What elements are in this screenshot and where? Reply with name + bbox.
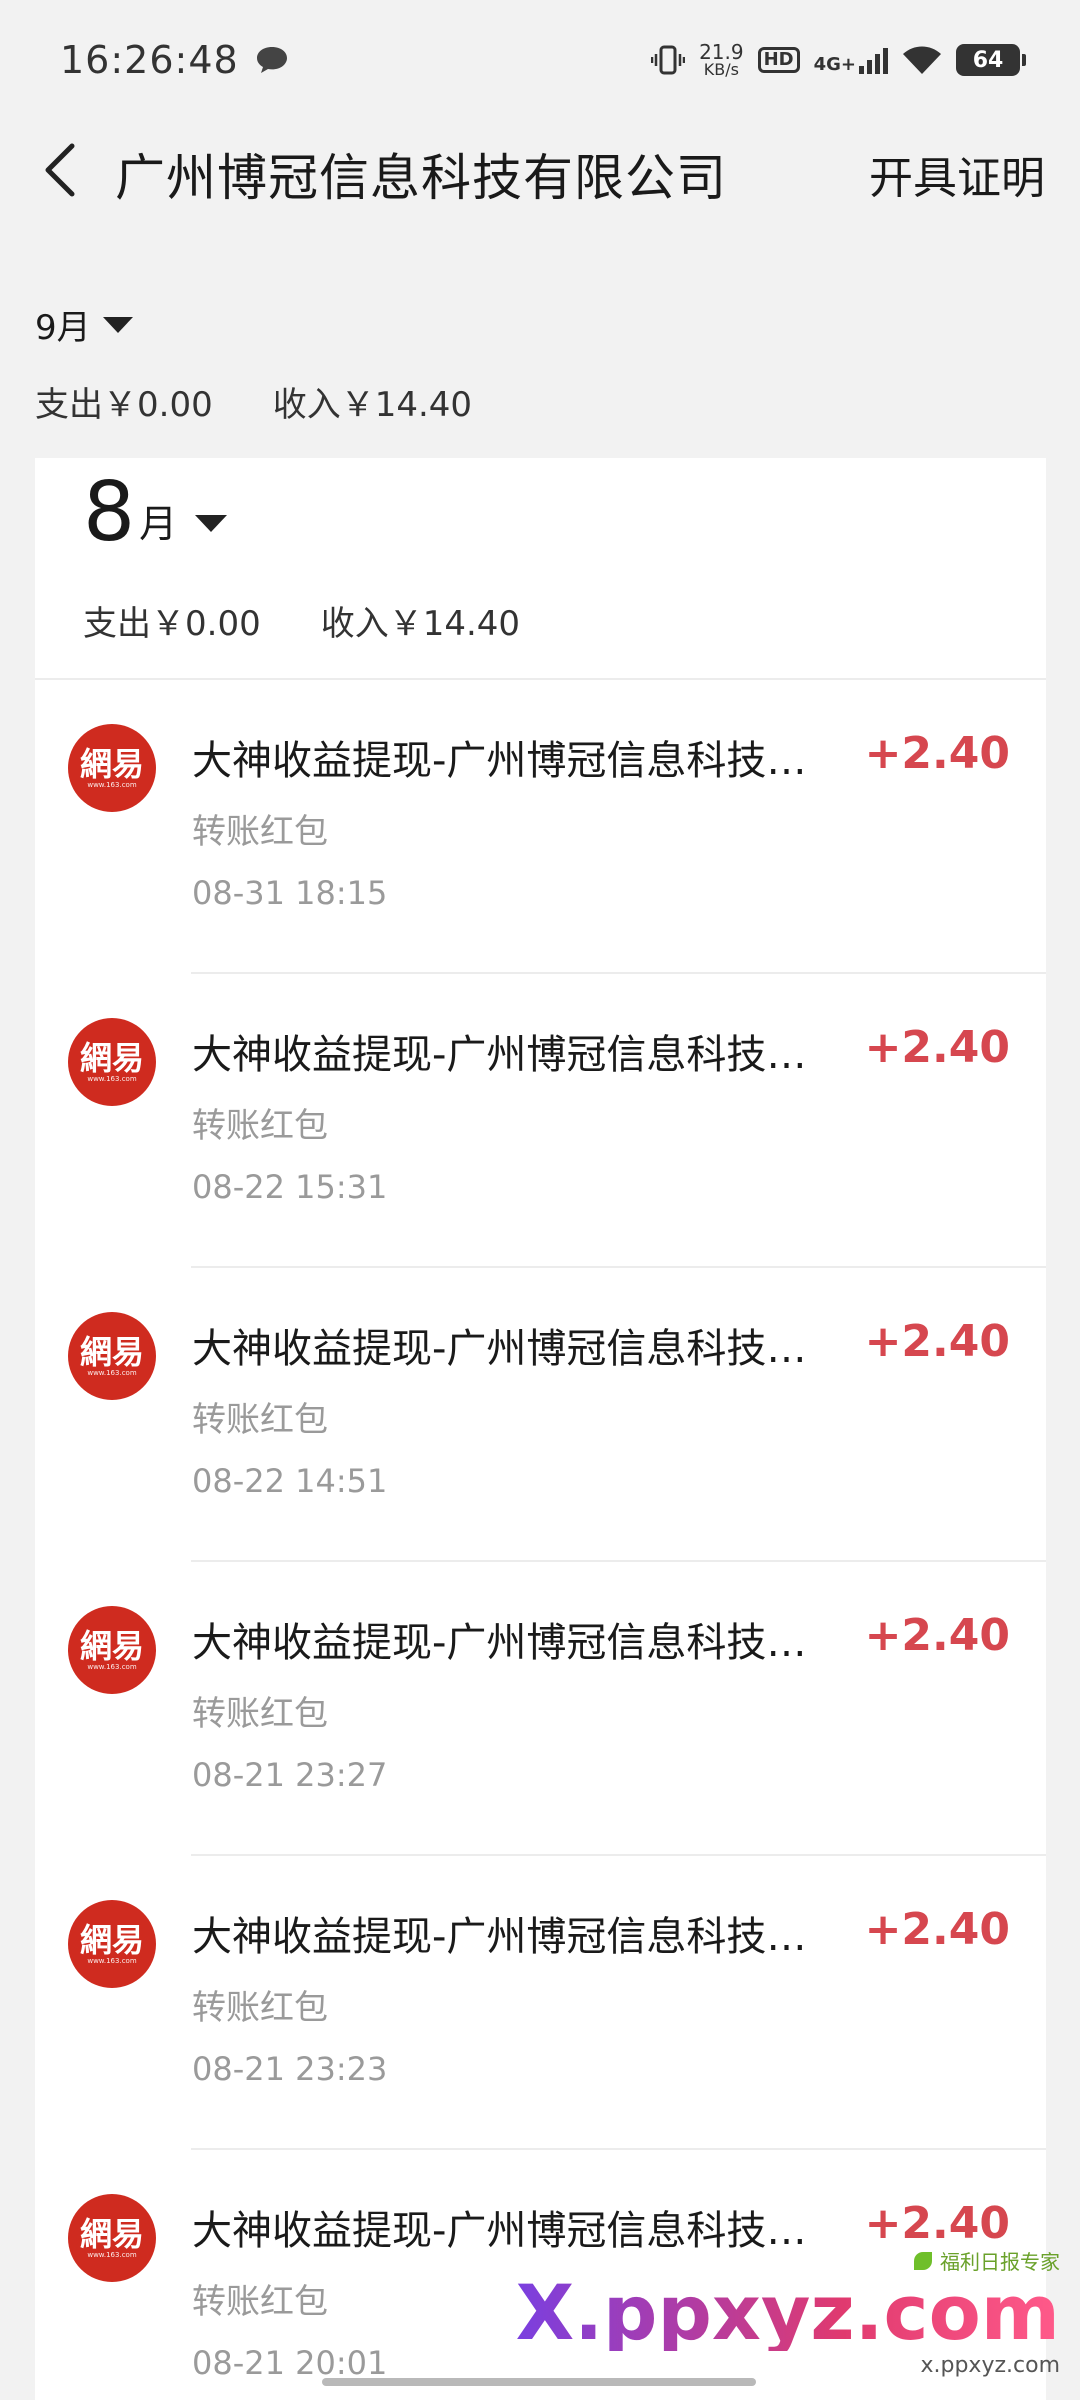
transaction-time: 08-31 18:15 <box>192 874 388 912</box>
month-unit: 月 <box>139 502 178 547</box>
logo-subtext: www.163.com <box>87 1662 137 1671</box>
logo-subtext: www.163.com <box>87 780 137 789</box>
dropdown-triangle-icon <box>102 316 133 333</box>
home-indicator[interactable] <box>322 2378 756 2386</box>
transaction-title: 大神收益提现-广州博冠信息科技有限公司 <box>192 1620 842 1666</box>
status-right: 21.9 KB/s HD 4G+ 64 <box>651 42 1026 78</box>
transaction-amount: +2.40 <box>864 728 1010 779</box>
transaction-type: 转账红包 <box>192 1694 328 1734</box>
expense-total: 支出￥0.00 <box>35 385 213 425</box>
transaction-title: 大神收益提现-广州博冠信息科技有限公司 <box>192 1326 842 1372</box>
transaction-title: 大神收益提现-广州博冠信息科技有限公司 <box>192 1914 842 1960</box>
logo-text: 網易 <box>79 1038 144 1077</box>
back-button[interactable] <box>30 140 90 200</box>
logo-subtext: www.163.com <box>87 2250 137 2259</box>
dropdown-triangle-icon <box>195 515 228 533</box>
logo-subtext: www.163.com <box>87 1074 137 1083</box>
transaction-type: 转账红包 <box>192 1400 328 1440</box>
income-total: 收入￥14.40 <box>320 604 521 644</box>
watermark-url: x.ppxyz.com <box>920 2353 1060 2378</box>
status-left: 16:26:48 <box>60 38 289 82</box>
month-totals: 支出￥0.00 收入￥14.40 <box>35 377 1035 426</box>
transaction-list: 網易 www.163.com 大神收益提现-广州博冠信息科技有限公司 +2.40… <box>35 680 1046 2400</box>
transaction-time: 08-22 15:31 <box>192 1168 388 1206</box>
signal-bars-icon <box>859 48 888 74</box>
month-card-selector[interactable]: 8 月 <box>83 465 228 560</box>
transaction-type: 转账红包 <box>192 1106 328 1146</box>
network-speed-unit: KB/s <box>703 60 739 79</box>
watermark: 福利日报专家 X.ppxyz.com x.ppxyz.com <box>516 2246 1060 2378</box>
transaction-amount: +2.40 <box>864 1904 1010 1955</box>
logo-text: 網易 <box>79 2214 144 2253</box>
network-speed: 21.9 KB/s <box>699 42 744 78</box>
cellular-signal: 4G+ <box>814 46 888 74</box>
transaction-title: 大神收益提现-广州博冠信息科技有限公司 <box>192 738 842 784</box>
netease-logo-icon: 網易 www.163.com <box>68 1312 156 1400</box>
netease-logo-icon: 網易 www.163.com <box>68 1606 156 1694</box>
logo-text: 網易 <box>79 1332 144 1371</box>
expense-total: 支出￥0.00 <box>83 604 261 644</box>
netease-logo-icon: 網易 www.163.com <box>68 2194 156 2282</box>
transaction-row[interactable]: 網易 www.163.com 大神收益提现-广州博冠信息科技有限公司 +2.40… <box>35 1562 1046 1856</box>
transaction-amount: +2.40 <box>864 2198 1010 2249</box>
network-speed-value: 21.9 <box>699 40 744 64</box>
transaction-row[interactable]: 網易 www.163.com 大神收益提现-广州博冠信息科技有限公司 +2.40… <box>35 1856 1046 2150</box>
vibrate-icon <box>651 45 686 75</box>
netease-logo-icon: 網易 www.163.com <box>68 724 156 812</box>
logo-text: 網易 <box>79 1920 144 1959</box>
income-total: 收入￥14.40 <box>272 385 473 425</box>
transaction-row[interactable]: 網易 www.163.com 大神收益提现-广州博冠信息科技有限公司 +2.40… <box>35 1268 1046 1562</box>
wifi-icon <box>903 46 941 74</box>
watermark-logo-text: X.ppxyz.com <box>515 2268 1060 2357</box>
transaction-row[interactable]: 網易 www.163.com 大神收益提现-广州博冠信息科技有限公司 +2.40… <box>35 974 1046 1268</box>
logo-subtext: www.163.com <box>87 1368 137 1377</box>
sticky-month-summary: 9月 支出￥0.00 收入￥14.40 <box>35 300 1035 426</box>
page-title: 广州博冠信息科技有限公司 <box>115 149 727 207</box>
transaction-time: 08-22 14:51 <box>192 1462 388 1500</box>
month-card-header: 8 月 支出￥0.00 收入￥14.40 <box>35 458 1046 680</box>
leaf-icon <box>914 2251 932 2270</box>
back-arrow-icon <box>45 143 75 197</box>
transaction-amount: +2.40 <box>864 1022 1010 1073</box>
transaction-type: 转账红包 <box>192 2282 328 2322</box>
hd-badge: HD <box>757 47 800 73</box>
nav-bar: 广州博冠信息科技有限公司 开具证明 <box>0 120 1080 220</box>
transaction-amount: +2.40 <box>864 1610 1010 1661</box>
month-selector[interactable]: 9月 <box>35 300 1035 349</box>
status-time: 16:26:48 <box>60 38 239 82</box>
logo-subtext: www.163.com <box>87 1956 137 1965</box>
netease-logo-icon: 網易 www.163.com <box>68 1018 156 1106</box>
month-label: 9月 <box>35 308 91 348</box>
transaction-time: 08-21 23:23 <box>192 2050 388 2088</box>
message-icon <box>256 47 287 73</box>
transaction-time: 08-21 20:01 <box>192 2344 388 2382</box>
network-type: 4G+ <box>813 54 856 75</box>
month-number: 8 <box>83 465 136 560</box>
battery-indicator: 64 <box>956 44 1026 76</box>
transaction-time: 08-21 23:27 <box>192 1756 388 1794</box>
transaction-amount: +2.40 <box>864 1316 1010 1367</box>
month-card: 8 月 支出￥0.00 收入￥14.40 網易 www.163.com 大神收益… <box>35 458 1046 2400</box>
issue-certificate-button[interactable]: 开具证明 <box>869 142 1045 206</box>
month-card-totals: 支出￥0.00 收入￥14.40 <box>83 596 520 645</box>
netease-logo-icon: 網易 www.163.com <box>68 1900 156 1988</box>
transaction-row[interactable]: 網易 www.163.com 大神收益提现-广州博冠信息科技有限公司 +2.40… <box>35 680 1046 974</box>
transaction-title: 大神收益提现-广州博冠信息科技有限公司 <box>192 1032 842 1078</box>
logo-text: 網易 <box>79 1626 144 1665</box>
status-bar: 16:26:48 21.9 KB/s HD 4G+ 64 <box>0 0 1080 120</box>
logo-text: 網易 <box>79 744 144 783</box>
transaction-type: 转账红包 <box>192 812 328 852</box>
transaction-type: 转账红包 <box>192 1988 328 2028</box>
